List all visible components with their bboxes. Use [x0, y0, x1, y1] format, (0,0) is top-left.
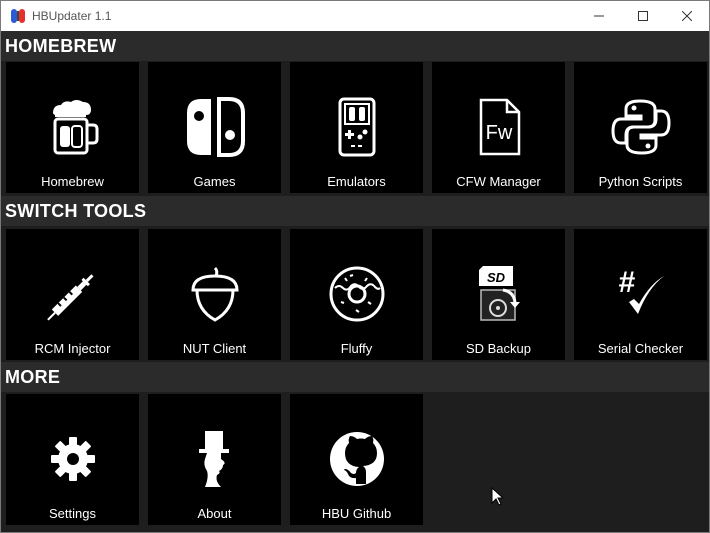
tile-python-scripts[interactable]: Python Scripts	[574, 62, 707, 193]
syringe-icon	[6, 259, 139, 329]
mouse-cursor-icon	[491, 486, 505, 506]
top-hat-silhouette-icon	[148, 424, 281, 494]
tile-hbu-github[interactable]: HBU Github	[290, 394, 423, 525]
tile-emulators[interactable]: Emulators	[290, 62, 423, 193]
maximize-icon	[638, 11, 648, 21]
section-header-more: MORE	[1, 362, 709, 392]
switch-app-icon	[10, 8, 26, 24]
window-title: HBUpdater 1.1	[32, 9, 112, 23]
beer-mug-icon	[6, 92, 139, 162]
hash-check-icon: #	[574, 259, 707, 329]
python-logo-icon	[574, 92, 707, 162]
tile-label: About	[197, 506, 232, 521]
app-window: HBUpdater 1.1 HOMEBREW Homebrew Games Em…	[0, 0, 710, 533]
tile-label: Serial Checker	[597, 341, 684, 356]
serial-hash-text: #	[618, 266, 635, 299]
sd-card-text: SD	[486, 270, 505, 285]
tile-fluffy[interactable]: Fluffy	[290, 229, 423, 360]
tile-label: RCM Injector	[34, 341, 111, 356]
fw-file-text: Fw	[485, 122, 512, 144]
fw-file-icon: Fw	[432, 92, 565, 162]
gameboy-icon	[290, 92, 423, 162]
section-header-homebrew: HOMEBREW	[1, 31, 709, 61]
tile-games[interactable]: Games	[148, 62, 281, 193]
tile-about[interactable]: About	[148, 394, 281, 525]
tile-label: NUT Client	[182, 341, 247, 356]
tile-homebrew[interactable]: Homebrew	[6, 62, 139, 193]
minimize-button[interactable]	[576, 1, 622, 31]
acorn-icon	[148, 259, 281, 329]
minimize-icon	[594, 15, 604, 17]
tile-label: Python Scripts	[598, 174, 683, 189]
tile-label: Homebrew	[41, 174, 104, 189]
sd-card-backup-icon: SD	[432, 259, 565, 329]
tile-label: Games	[193, 174, 236, 189]
tile-label: Settings	[49, 506, 96, 521]
tile-settings[interactable]: Settings	[6, 394, 139, 525]
gear-icon	[6, 424, 139, 494]
tile-rcm-injector[interactable]: RCM Injector	[6, 229, 139, 360]
tile-label: CFW Manager	[456, 174, 541, 189]
github-icon	[290, 424, 423, 494]
tile-nut-client[interactable]: NUT Client	[148, 229, 281, 360]
close-button[interactable]	[664, 1, 710, 31]
tile-label: HBU Github	[321, 506, 392, 521]
tile-label: Fluffy	[340, 341, 373, 356]
tile-cfw-manager[interactable]: Fw CFW Manager	[432, 62, 565, 193]
close-icon	[682, 11, 692, 21]
switch-console-icon	[148, 92, 281, 162]
tile-label: SD Backup	[465, 341, 532, 356]
section-header-switch-tools: SWITCH TOOLS	[1, 196, 709, 226]
tile-label: Emulators	[327, 174, 386, 189]
tile-serial-checker[interactable]: # Serial Checker	[574, 229, 707, 360]
maximize-button[interactable]	[620, 1, 666, 31]
donut-icon	[290, 259, 423, 329]
tile-sd-backup[interactable]: SD SD Backup	[432, 229, 565, 360]
title-bar[interactable]: HBUpdater 1.1	[1, 1, 709, 31]
